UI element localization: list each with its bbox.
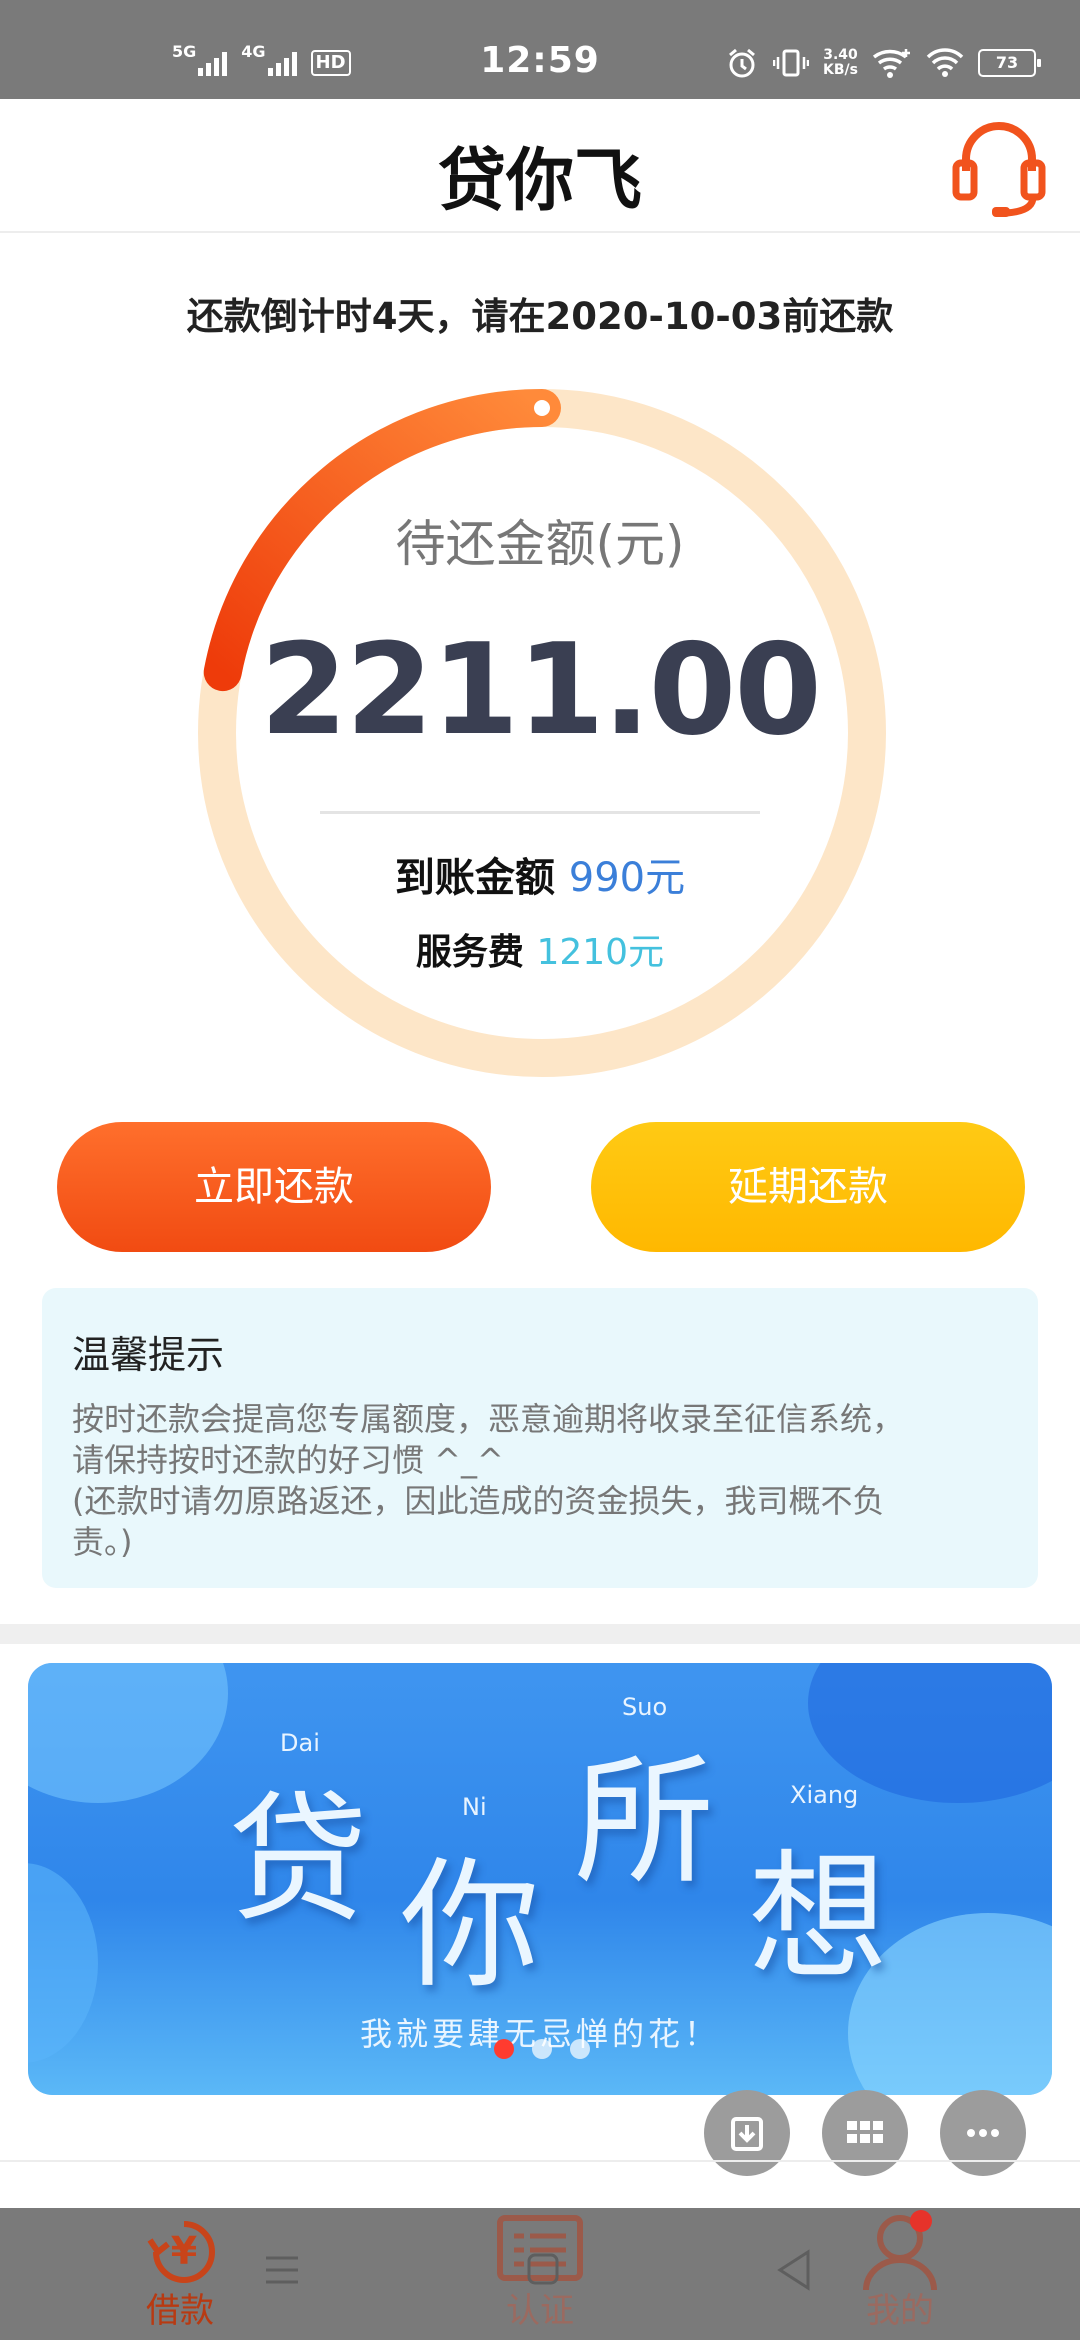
due-amount-value: 2211.00 [260, 616, 822, 763]
received-amount-row: 到账金额 990元 [0, 845, 1080, 903]
vibrate-icon [773, 49, 810, 77]
grid-icon [847, 2121, 883, 2143]
divider [0, 2160, 1080, 2162]
yen-refresh-icon: ¥ [147, 2221, 215, 2283]
promo-banner[interactable]: Dai Ni Suo Xiang 贷 你 所 想 我就要肆无忌惮的花！ [28, 1663, 1052, 2095]
nav-item-verify[interactable]: 认证 [440, 2208, 640, 2340]
pay-now-button[interactable]: 立即还款 [57, 1122, 491, 1252]
page-title: 贷你飞 [437, 142, 642, 221]
banner-char: 想 [748, 1837, 889, 2000]
tips-line: 请保持按时还款的好习惯 ^_^ [72, 1441, 504, 1479]
carousel-dot[interactable] [570, 2039, 590, 2059]
progress-knob [534, 400, 550, 416]
nav-label-verify: 认证 [506, 2291, 574, 2331]
tips-line: (还款时请勿原路返还，因此造成的资金损失，我司概不负 [72, 1482, 885, 1520]
nav-label-loan: 借款 [146, 2291, 214, 2331]
customer-service-icon[interactable] [944, 111, 1054, 221]
banner-char: 所 [574, 1741, 715, 1904]
repayment-countdown: 还款倒计时4天，请在2020-10-03前还款 [186, 295, 894, 338]
service-fee-row: 服务费 1210元 [0, 923, 1080, 975]
nav-item-mine[interactable]: 我的 [800, 2208, 1000, 2340]
tips-box: 温馨提示 按时还款会提高您专属额度，恶意逾期将收录至征信系统， 请保持按时还款的… [42, 1288, 1038, 1588]
defer-repayment-button[interactable]: 延期还款 [591, 1122, 1025, 1252]
apps-grid-button[interactable] [822, 2090, 908, 2176]
battery-icon: 73 [978, 49, 1041, 77]
received-amount-value: 990元 [568, 855, 686, 901]
notification-dot [910, 2210, 932, 2232]
banner-blob [28, 1663, 228, 1803]
bottom-nav: ¥ 借款 认证 我的 [0, 2208, 1080, 2340]
tips-line: 责。) [72, 1523, 133, 1561]
summary-divider [320, 811, 760, 814]
tips-title: 温馨提示 [72, 1333, 225, 1377]
wifi-icon [926, 48, 964, 77]
nav-label-mine: 我的 [866, 2291, 934, 2331]
svg-text:¥: ¥ [171, 2229, 197, 2273]
banner-char: 贷 [228, 1779, 369, 1942]
carousel-dot[interactable] [494, 2039, 514, 2059]
menu-icon[interactable] [262, 2250, 302, 2290]
due-amount-label: 待还金额(元) [395, 515, 685, 573]
nav-item-loan[interactable]: ¥ 借款 [80, 2208, 280, 2340]
service-fee-value: 1210元 [536, 932, 665, 973]
service-fee-label: 服务费 [415, 932, 524, 973]
more-options-button[interactable] [940, 2090, 1026, 2176]
section-separator [0, 1624, 1080, 1644]
app-header: 贷你飞 [0, 99, 1080, 233]
download-button[interactable] [704, 2090, 790, 2176]
banner-char: 你 [400, 1845, 541, 2008]
status-right: 3.40 KB/s 73 [725, 46, 1041, 80]
wifi-plus-icon [872, 49, 910, 78]
carousel-dot[interactable] [532, 2039, 552, 2059]
home-button-icon[interactable] [526, 2252, 560, 2286]
tips-line: 按时还款会提高您专属额度，恶意逾期将收录至征信系统， [72, 1400, 905, 1438]
received-amount-label: 到账金额 [394, 855, 555, 901]
status-bar: 5G 4G HD 12:59 3.40 KB/s 73 [0, 0, 1080, 99]
alarm-icon [729, 48, 755, 78]
download-icon [731, 2117, 763, 2151]
network-speed: 3.40 KB/s [823, 47, 858, 78]
more-icon [967, 2129, 999, 2137]
carousel-indicator [494, 2039, 590, 2059]
